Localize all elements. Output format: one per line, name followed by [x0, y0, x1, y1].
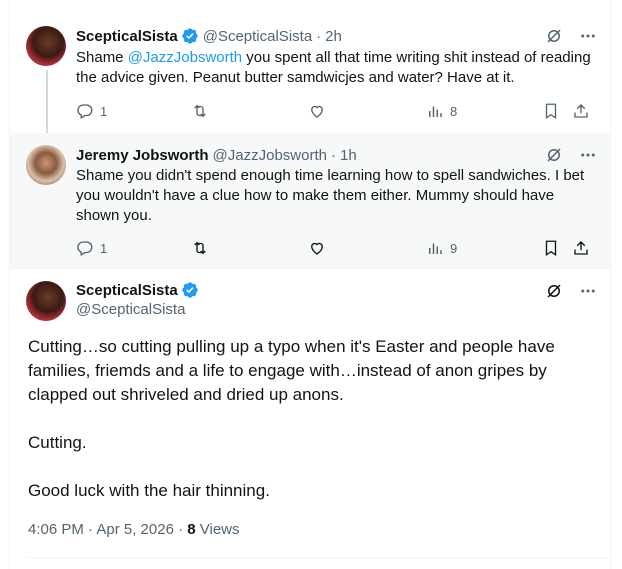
- reply-button[interactable]: 1: [76, 239, 107, 257]
- reply-icon: [77, 104, 93, 119]
- retweet-button[interactable]: [191, 239, 209, 257]
- avatar[interactable]: [26, 145, 66, 185]
- like-icon: [311, 242, 323, 255]
- like-button[interactable]: [308, 239, 326, 257]
- mention-link[interactable]: @JazzJobsworth: [128, 49, 242, 66]
- more-icon[interactable]: [578, 145, 598, 165]
- divider: [28, 557, 610, 558]
- reply-count: 1: [100, 103, 108, 119]
- share-button[interactable]: [572, 102, 590, 120]
- tweet-text: Shame @JazzJobsworth you spent all that …: [76, 48, 592, 88]
- share-icon: [574, 241, 588, 255]
- handle[interactable]: @JazzJobsworth: [213, 147, 327, 164]
- action-bar: 1 9: [76, 238, 594, 258]
- avatar[interactable]: [26, 281, 66, 321]
- views-count: 9: [450, 240, 458, 256]
- thread-connector: [46, 70, 48, 133]
- tweet-paragraph: Cutting.: [28, 433, 87, 452]
- reply-button[interactable]: 1: [76, 102, 107, 120]
- separator-dot: ·: [316, 27, 322, 45]
- like-icon: [311, 105, 323, 118]
- share-icon: [574, 104, 588, 118]
- verified-badge-icon: [182, 28, 198, 44]
- conversation-timeline: ScepticalSista @ScepticalSista · 2h Sham…: [9, 0, 611, 569]
- views-icon: [429, 243, 442, 254]
- bookmark-button[interactable]: [542, 239, 560, 257]
- like-button[interactable]: [308, 102, 326, 120]
- display-name[interactable]: Jeremy Jobsworth: [76, 147, 209, 164]
- handle[interactable]: @ScepticalSista: [203, 28, 312, 45]
- retweet-button[interactable]: [191, 102, 209, 120]
- views-icon: [429, 106, 442, 117]
- retweet-icon: [194, 104, 206, 118]
- more-icon[interactable]: [578, 26, 598, 46]
- tweet-header: ScepticalSista @ScepticalSista · 2h: [76, 26, 594, 46]
- bookmark-icon: [545, 240, 557, 257]
- views-button[interactable]: 8: [426, 102, 457, 120]
- tweet-text: Shame you didn't spend enough time learn…: [76, 167, 585, 224]
- share-button[interactable]: [572, 239, 590, 257]
- tweet-text-part: Shame: [76, 49, 128, 66]
- grok-icon[interactable]: [544, 281, 564, 301]
- reply-icon: [77, 241, 93, 256]
- avatar[interactable]: [26, 26, 66, 66]
- grok-icon[interactable]: [544, 26, 564, 46]
- reply-tweet-2[interactable]: Jeremy Jobsworth @JazzJobsworth · 1h Sha…: [10, 133, 610, 269]
- reply-count: 1: [100, 240, 108, 256]
- views-count: 8: [187, 521, 196, 538]
- verified-badge-icon: [182, 282, 198, 298]
- tweet-meta: 4:06 PM · Apr 5, 2026 · 8 Views: [28, 521, 240, 538]
- separator-dot: ·: [330, 146, 336, 164]
- more-icon[interactable]: [578, 281, 598, 301]
- tweet-text: Cutting…so cutting pulling up a typo whe…: [28, 335, 592, 503]
- retweet-icon: [194, 241, 206, 255]
- views-button[interactable]: 9: [426, 239, 457, 257]
- timestamp[interactable]: 2h: [325, 28, 342, 45]
- tweet-header: Jeremy Jobsworth @JazzJobsworth · 1h: [76, 145, 594, 165]
- display-name[interactable]: ScepticalSista: [76, 282, 178, 299]
- views-label: Views: [195, 521, 240, 538]
- timestamp[interactable]: 4:06 PM · Apr 5, 2026 ·: [28, 521, 187, 538]
- tweet-paragraph: Good luck with the hair thinning.: [28, 481, 270, 500]
- bookmark-icon: [545, 103, 557, 120]
- action-bar: 1 8: [76, 101, 594, 121]
- views-count: 8: [450, 103, 458, 119]
- grok-icon[interactable]: [544, 145, 564, 165]
- handle[interactable]: @ScepticalSista: [76, 301, 199, 318]
- focused-tweet: ScepticalSista @ScepticalSista Cutting…s…: [10, 269, 610, 569]
- bookmark-button[interactable]: [542, 102, 560, 120]
- tweet-paragraph: Cutting…so cutting pulling up a typo whe…: [28, 337, 555, 404]
- reply-tweet-1[interactable]: ScepticalSista @ScepticalSista · 2h Sham…: [10, 0, 610, 133]
- display-name[interactable]: ScepticalSista: [76, 28, 178, 45]
- timestamp[interactable]: 1h: [340, 147, 357, 164]
